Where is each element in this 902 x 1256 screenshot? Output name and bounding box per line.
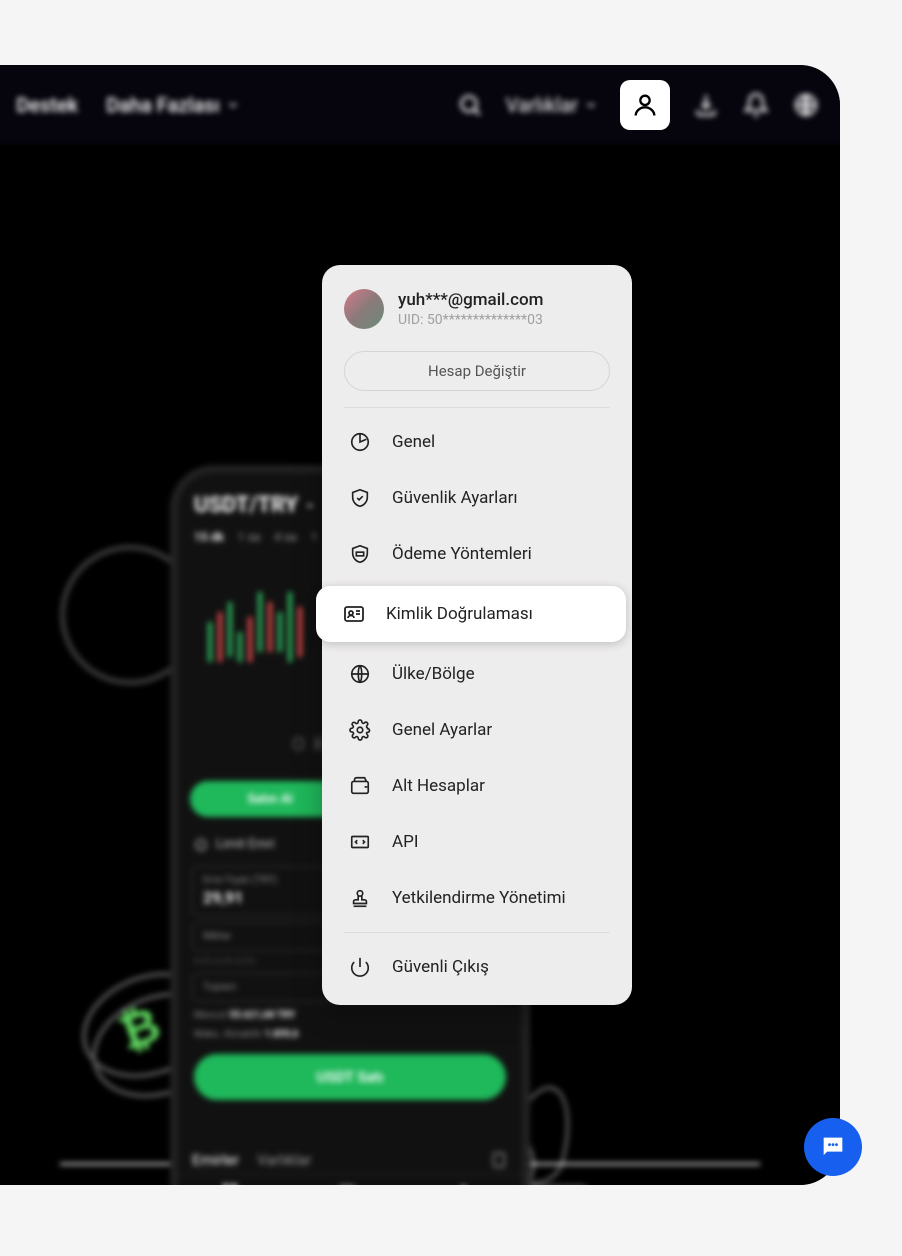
user-uid: UID: 50**************03	[398, 312, 543, 328]
card-icon	[348, 542, 372, 566]
top-navigation: ür Destek Daha Fazlası Varlıklar	[0, 65, 840, 145]
grid-icon	[221, 1182, 239, 1186]
menu-logout[interactable]: Güvenli Çıkış	[322, 939, 632, 995]
max-buy: Maks. Alınabilir 1.859,6	[194, 1029, 506, 1040]
menu-subaccounts[interactable]: Alt Hesaplar	[322, 758, 632, 814]
chevron-down-icon	[226, 98, 240, 112]
menu-country[interactable]: Ülke/Bölge	[322, 646, 632, 702]
nav-trade[interactable]: Al-Sat	[455, 1182, 479, 1186]
user-menu-trigger[interactable]	[620, 80, 670, 130]
switch-account-button[interactable]: Hesap Değiştir	[344, 351, 610, 391]
user-dropdown-menu: yuh***@gmail.com UID: 50**************03…	[322, 265, 632, 1005]
divider	[344, 407, 610, 408]
search-icon[interactable]	[456, 91, 484, 119]
user-icon	[631, 91, 659, 119]
info-icon	[194, 838, 208, 852]
user-info-row: yuh***@gmail.com UID: 50**************03	[322, 283, 632, 343]
wallet-icon	[338, 1182, 356, 1186]
menu-payment[interactable]: Ödeme Yöntemleri	[322, 526, 632, 582]
stamp-icon	[348, 886, 372, 910]
swap-icon	[455, 1182, 473, 1186]
chat-fab[interactable]	[804, 1118, 862, 1176]
buy-usdt-button[interactable]: USDT Satı	[194, 1054, 506, 1100]
pie-chart-icon	[348, 430, 372, 454]
app-window: ür Destek Daha Fazlası Varlıklar	[0, 65, 840, 1185]
nav-support[interactable]: Destek	[16, 93, 78, 117]
tab-assets[interactable]: Varlıklar	[257, 1151, 311, 1169]
nav-more[interactable]: Daha Fazlası	[106, 93, 240, 117]
bell-icon[interactable]	[742, 91, 770, 119]
nav-home[interactable]: OKX TR	[221, 1182, 251, 1186]
caret-down-icon	[304, 500, 316, 512]
document-icon[interactable]	[490, 1151, 508, 1169]
globe-icon[interactable]	[792, 91, 820, 119]
menu-settings[interactable]: Genel Ayarlar	[322, 702, 632, 758]
available-balance: Mevcut 55.621,68 TRY	[194, 1010, 506, 1021]
chevron-down-icon	[584, 98, 598, 112]
chat-icon	[819, 1133, 847, 1161]
menu-authorization[interactable]: Yetkilendirme Yönetimi	[322, 870, 632, 926]
globe-icon	[348, 662, 372, 686]
gear-icon	[348, 718, 372, 742]
code-icon	[348, 830, 372, 854]
wallet-icon	[348, 774, 372, 798]
nav-assets[interactable]: Varlıklar	[506, 93, 598, 117]
id-card-icon	[342, 602, 366, 626]
menu-api[interactable]: API	[322, 814, 632, 870]
user-email: yuh***@gmail.com	[398, 290, 543, 310]
divider	[344, 932, 610, 933]
power-icon	[348, 955, 372, 979]
nav-buy[interactable]: Satın Al	[338, 1182, 369, 1186]
menu-security[interactable]: Güvenlik Ayarları	[322, 470, 632, 526]
tab-orders[interactable]: Emirler	[192, 1151, 239, 1169]
shield-check-icon	[348, 486, 372, 510]
avatar	[344, 289, 384, 329]
download-icon[interactable]	[692, 91, 720, 119]
menu-general[interactable]: Genel	[322, 414, 632, 470]
menu-identity-verification[interactable]: Kimlik Doğrulaması	[316, 586, 626, 642]
